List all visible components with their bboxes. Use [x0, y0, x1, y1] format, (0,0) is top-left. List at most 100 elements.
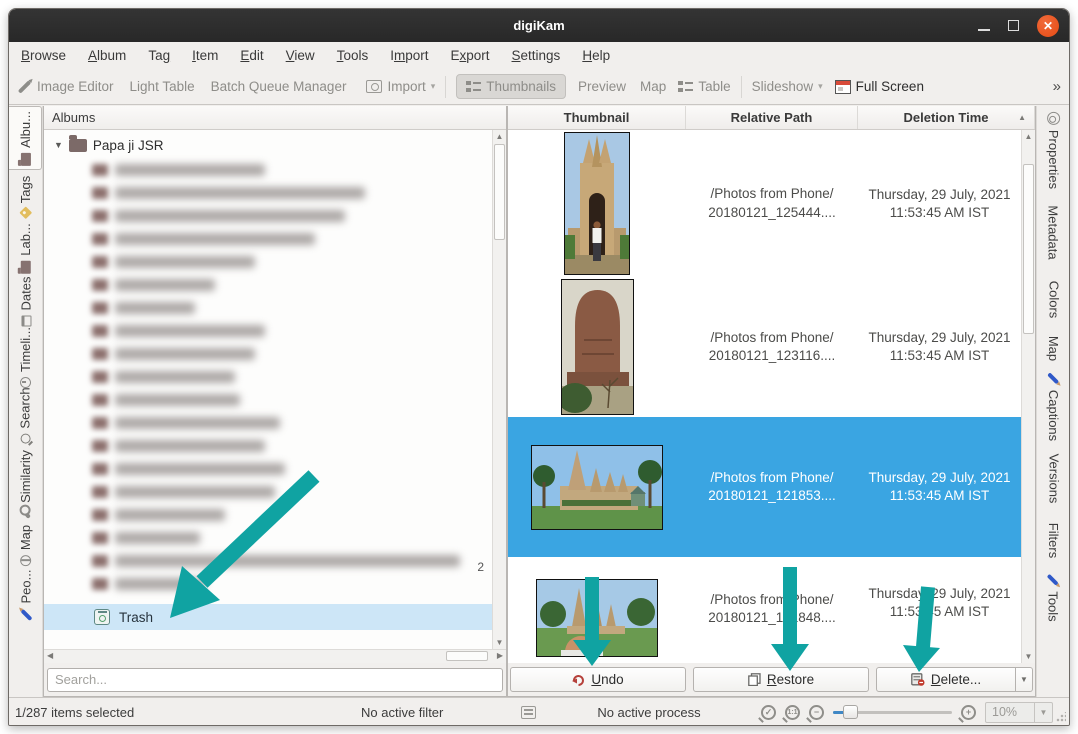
zoom-in-button[interactable]: +	[961, 705, 976, 720]
minimize-button[interactable]	[978, 29, 990, 31]
column-header-relative-path[interactable]: Relative Path	[686, 106, 858, 129]
scrollbar-thumb[interactable]	[1023, 164, 1034, 334]
album-item-redacted[interactable]	[44, 365, 490, 388]
tab-tags[interactable]: Tags	[9, 170, 42, 222]
thumbnail-image[interactable]	[531, 445, 663, 530]
menu-settings[interactable]: Settings	[512, 48, 561, 63]
menu-edit[interactable]: Edit	[240, 48, 263, 63]
table-button[interactable]: Table	[678, 79, 730, 94]
album-item-redacted[interactable]	[44, 204, 490, 227]
menu-view[interactable]: View	[286, 48, 315, 63]
menu-export[interactable]: Export	[450, 48, 489, 63]
zoom-slider[interactable]	[833, 705, 952, 719]
scroll-left-icon[interactable]: ◀	[47, 651, 53, 660]
tab-similarity[interactable]: Similarity	[9, 444, 42, 524]
delete-button[interactable]: Delete...	[876, 667, 1016, 692]
menu-item[interactable]: Item	[192, 48, 218, 63]
maximize-button[interactable]	[1008, 20, 1019, 31]
scroll-up-icon[interactable]: ▲	[1022, 132, 1035, 141]
zoom-100-button[interactable]: 1:1	[785, 705, 800, 720]
image-editor-button[interactable]: Image Editor	[17, 79, 114, 94]
thumbnails-button[interactable]: Thumbnails	[456, 74, 566, 99]
delete-options-dropdown[interactable]: ▼	[1016, 667, 1033, 692]
thumbnail-image[interactable]	[564, 132, 630, 275]
thumbnail-image[interactable]	[561, 279, 634, 415]
close-button[interactable]: ✕	[1037, 15, 1059, 37]
preview-button[interactable]: Preview	[578, 79, 626, 94]
album-item-redacted[interactable]	[44, 526, 490, 549]
map-button[interactable]: Map	[640, 79, 666, 94]
album-item-redacted[interactable]	[44, 549, 490, 572]
albums-vertical-scrollbar[interactable]: ▲ ▼	[492, 130, 506, 649]
albums-tree[interactable]: ▼ Papa ji JSR 2 Trash ▲ ▼	[44, 130, 506, 649]
scroll-down-icon[interactable]: ▼	[493, 638, 506, 647]
tab-versions[interactable]: Versions	[1037, 444, 1070, 512]
albums-horizontal-scrollbar[interactable]: ◀ ▶	[44, 649, 506, 663]
zoom-level-dropdown[interactable]: ▼	[1035, 702, 1053, 723]
tab-search[interactable]: Search	[9, 386, 42, 444]
scrollbar-thumb[interactable]	[494, 144, 505, 240]
thumbnail-image[interactable]	[536, 579, 658, 657]
scroll-up-icon[interactable]: ▲	[493, 132, 506, 141]
album-item-redacted[interactable]	[44, 503, 490, 526]
album-item-redacted[interactable]	[44, 273, 490, 296]
search-input[interactable]	[47, 668, 503, 692]
menu-tools[interactable]: Tools	[337, 48, 369, 63]
table-row[interactable]: /Photos from Phone/20180121_125444.... T…	[508, 130, 1021, 277]
zoom-level-value[interactable]: 10%	[985, 702, 1035, 723]
album-item-redacted[interactable]	[44, 457, 490, 480]
toolbar-overflow-button[interactable]: »	[1053, 78, 1061, 95]
tab-timeline[interactable]: Timeli...	[9, 328, 42, 386]
tab-properties[interactable]: Properties	[1037, 106, 1070, 194]
tab-metadata[interactable]: Metadata	[1037, 194, 1070, 270]
menu-tag[interactable]: Tag	[148, 48, 170, 63]
scroll-right-icon[interactable]: ▶	[497, 651, 503, 660]
album-item-redacted[interactable]	[44, 158, 490, 181]
expand-arrow-icon[interactable]: ▼	[54, 140, 63, 150]
light-table-button[interactable]: Light Table	[130, 79, 195, 94]
table-row-selected[interactable]: /Photos from Phone/20180121_121853.... T…	[508, 417, 1021, 557]
tab-albums[interactable]: Albu...	[9, 106, 42, 170]
menu-import[interactable]: Import	[390, 48, 428, 63]
menu-help[interactable]: Help	[582, 48, 610, 63]
table-row[interactable]: /Photos from Phone/20180121_121848.... T…	[508, 557, 1021, 663]
restore-button[interactable]: Restore	[693, 667, 869, 692]
tab-labels[interactable]: Lab...	[9, 222, 42, 274]
import-button[interactable]: Import▾	[366, 79, 435, 94]
column-header-thumbnail[interactable]: Thumbnail	[508, 106, 686, 129]
scroll-down-icon[interactable]: ▼	[1022, 652, 1035, 661]
tab-dates[interactable]: Dates	[9, 274, 42, 328]
tab-captions[interactable]: Captions	[1037, 368, 1070, 444]
album-item-redacted[interactable]	[44, 411, 490, 434]
album-item-redacted[interactable]	[44, 227, 490, 250]
zoom-out-button[interactable]: −	[809, 705, 824, 720]
resize-grip[interactable]	[1056, 712, 1066, 722]
tab-colors[interactable]: Colors	[1037, 270, 1070, 328]
zoom-fit-button[interactable]: ✓	[761, 705, 776, 720]
undo-button[interactable]: Undo	[510, 667, 686, 692]
album-item-redacted[interactable]	[44, 388, 490, 411]
album-root-item[interactable]: ▼ Papa ji JSR	[44, 134, 163, 156]
trash-item[interactable]: Trash	[44, 604, 492, 630]
column-header-deletion-time[interactable]: Deletion Time▲	[858, 106, 1035, 129]
tab-map-right[interactable]: Map	[1037, 328, 1070, 368]
album-item-redacted[interactable]	[44, 319, 490, 342]
tab-tools[interactable]: Tools	[1037, 568, 1070, 626]
batch-queue-manager-button[interactable]: Batch Queue Manager	[211, 79, 347, 94]
slideshow-button[interactable]: Slideshow▾	[752, 79, 823, 94]
table-vertical-scrollbar[interactable]: ▲ ▼	[1021, 130, 1035, 663]
scrollbar-thumb[interactable]	[446, 651, 488, 661]
tab-map[interactable]: Map	[9, 524, 42, 566]
album-item-redacted[interactable]	[44, 434, 490, 457]
titlebar[interactable]: digiKam ✕	[9, 9, 1069, 42]
menu-album[interactable]: Album	[88, 48, 126, 63]
zoom-slider-handle[interactable]	[843, 705, 858, 719]
table-row[interactable]: /Photos from Phone/20180121_123116.... T…	[508, 277, 1021, 417]
album-item-redacted[interactable]	[44, 480, 490, 503]
full-screen-button[interactable]: Full Screen	[835, 79, 924, 94]
menu-browse[interactable]: Browse	[21, 48, 66, 63]
album-item-redacted[interactable]	[44, 250, 490, 273]
tab-filters[interactable]: Filters	[1037, 512, 1070, 568]
album-item-redacted[interactable]	[44, 296, 490, 319]
album-item-redacted[interactable]	[44, 572, 490, 595]
